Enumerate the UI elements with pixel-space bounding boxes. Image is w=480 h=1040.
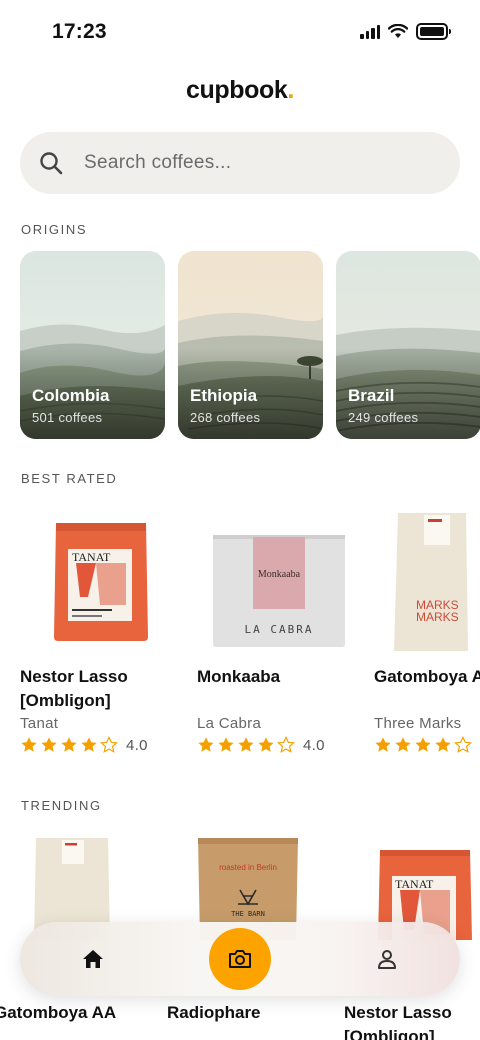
origin-name: Colombia — [32, 386, 110, 405]
bottom-navigation — [20, 922, 460, 996]
battery-icon — [416, 23, 451, 40]
coffee-name: Nestor Lasso [Ombligon] — [20, 667, 128, 710]
origin-card-brazil[interactable]: Brazil 249 coffees — [336, 251, 480, 439]
svg-text:MARKS: MARKS — [416, 610, 459, 624]
nav-camera-button[interactable] — [209, 928, 271, 990]
section-title-trending: TRENDING — [21, 798, 102, 813]
svg-text:Monkaaba: Monkaaba — [258, 569, 301, 580]
origin-card-ethiopia[interactable]: Ethiopia 268 coffees — [178, 251, 323, 439]
origin-count: 501 coffees — [32, 410, 103, 425]
status-bar: 17:23 — [0, 0, 480, 62]
wifi-icon — [388, 24, 408, 38]
svg-text:LA CABRA: LA CABRA — [245, 623, 314, 636]
star-empty-icon — [100, 736, 118, 753]
origin-name: Brazil — [348, 386, 395, 405]
coffee-name[interactable]: Radiophare — [167, 1001, 261, 1025]
app-logo: cupbook. — [186, 76, 294, 104]
camera-icon — [229, 950, 251, 968]
coffee-name[interactable]: Gatomboya AA — [0, 1001, 116, 1025]
coffee-bag-image: MARKS MARKS — [354, 505, 480, 665]
star-filled-icon — [41, 737, 57, 752]
home-icon — [83, 950, 103, 968]
rating-value: 4.0 — [126, 736, 148, 754]
roaster-name: La Cabra — [197, 715, 262, 732]
star-rating: 4.0 — [197, 736, 354, 754]
star-empty-icon — [277, 736, 295, 753]
section-title-best-rated: BEST RATED — [21, 471, 118, 486]
coffee-name[interactable]: Nestor Lasso [Ombligon] — [344, 1001, 474, 1040]
roaster-name: Tanat — [20, 715, 59, 732]
search-input[interactable] — [84, 152, 404, 174]
status-icons — [360, 23, 451, 40]
origin-name: Ethiopia — [190, 386, 258, 405]
cellular-signal-icon — [360, 24, 380, 39]
star-filled-icon — [258, 737, 274, 752]
section-title-origins: ORIGINS — [21, 222, 88, 237]
svg-text:roasted in Berlin: roasted in Berlin — [219, 863, 277, 872]
search-icon — [40, 152, 63, 175]
star-filled-icon — [395, 737, 411, 752]
star-filled-icon — [61, 737, 77, 752]
star-filled-icon — [218, 737, 234, 752]
star-filled-icon — [21, 737, 37, 752]
svg-text:TANAT: TANAT — [72, 550, 111, 564]
search-bar[interactable] — [20, 132, 460, 194]
roaster-name: Three Marks — [374, 715, 462, 732]
star-filled-icon — [81, 737, 97, 752]
coffee-card[interactable]: MARKS MARKS Gatomboya AA Three Marks — [354, 505, 480, 754]
star-filled-icon — [238, 737, 254, 752]
nav-profile-button[interactable] — [357, 929, 417, 989]
profile-icon — [378, 950, 396, 969]
coffee-name: Gatomboya AA — [374, 667, 480, 686]
svg-text:TANAT: TANAT — [395, 877, 434, 891]
best-rated-carousel[interactable]: TANAT Nestor Lasso [Ombligon] Tanat 4.0 … — [0, 505, 480, 754]
star-rating — [374, 736, 480, 754]
star-filled-icon — [375, 737, 391, 752]
origin-count: 268 coffees — [190, 410, 261, 425]
star-filled-icon — [198, 737, 214, 752]
star-rating: 4.0 — [20, 736, 177, 754]
origins-carousel[interactable]: Colombia 501 coffees Ethiopia 268 coffee… — [20, 251, 480, 439]
coffee-name: Monkaaba — [197, 667, 281, 686]
coffee-card[interactable]: Monkaaba LA CABRA Monkaaba La Cabra 4.0 — [177, 505, 354, 754]
nav-home-button[interactable] — [63, 929, 123, 989]
coffee-bag-image: TANAT — [0, 505, 177, 665]
star-filled-icon — [435, 737, 451, 752]
status-time: 17:23 — [52, 20, 107, 43]
svg-text:THE BARN: THE BARN — [231, 910, 265, 918]
origin-count: 249 coffees — [348, 410, 419, 425]
coffee-bag-image: Monkaaba LA CABRA — [177, 505, 354, 665]
origin-card-colombia[interactable]: Colombia 501 coffees — [20, 251, 165, 439]
rating-value: 4.0 — [303, 736, 325, 754]
star-empty-icon — [454, 736, 472, 753]
coffee-card[interactable]: TANAT Nestor Lasso [Ombligon] Tanat 4.0 — [0, 505, 177, 754]
star-filled-icon — [415, 737, 431, 752]
